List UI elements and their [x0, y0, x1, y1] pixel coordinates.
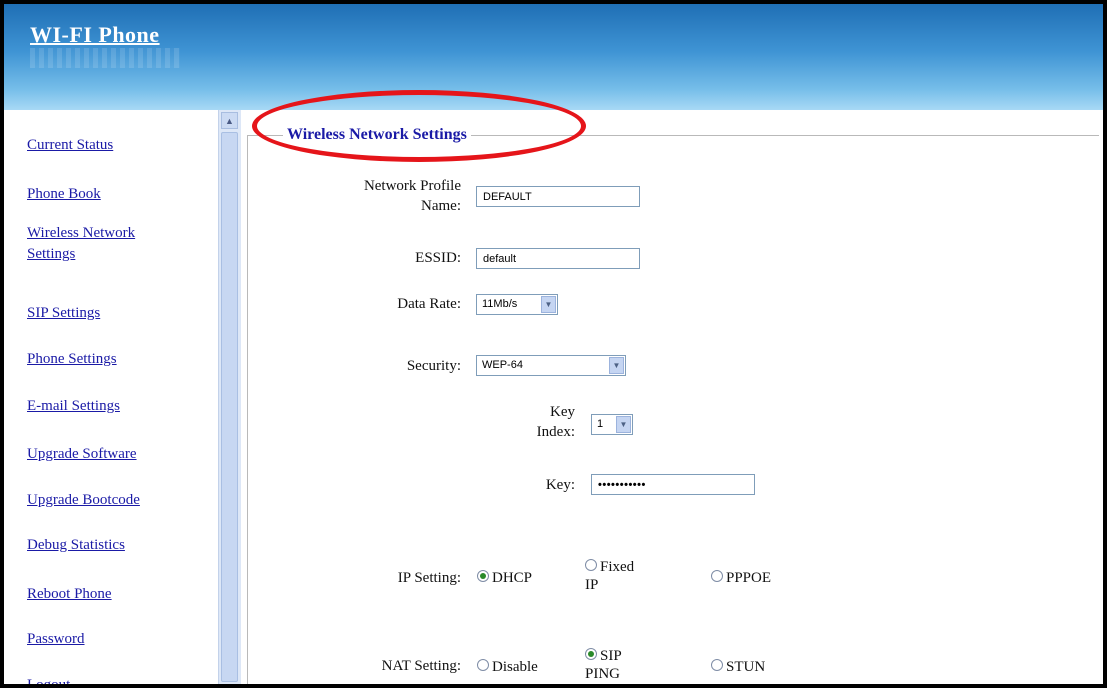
radio-selected-icon[interactable]	[585, 648, 597, 660]
logo-reflection	[30, 48, 180, 68]
ip-option-fixed-ip[interactable]: Fixed IP	[585, 558, 634, 594]
sidebar-item-wireless-network-settings[interactable]: Wireless Network Settings	[27, 223, 135, 265]
key-label: Key:	[545, 477, 575, 493]
radio-label: PPPOE	[726, 570, 772, 586]
radio-label: DHCP	[492, 570, 533, 586]
data-rate-value: 11Mb/s	[482, 298, 518, 310]
key-index-label: Key Index:	[471, 402, 575, 442]
sidebar-item-current-status[interactable]: Current Status	[27, 135, 113, 156]
sidebar-nav: Current Status Phone Book Wireless Netwo…	[4, 110, 218, 684]
security-select[interactable]: WEP-64 ▼	[476, 355, 626, 376]
nat-option-sip-ping[interactable]: SIP PING	[585, 647, 622, 683]
radio-icon[interactable]	[477, 659, 489, 671]
nat-option-disable[interactable]: Disable	[477, 658, 538, 676]
radio-icon[interactable]	[711, 570, 723, 582]
logo: WI-FI Phone	[30, 22, 160, 47]
sidebar-item-label: Wireless Network	[27, 225, 136, 241]
nat-setting-label: NAT Setting:	[381, 658, 461, 674]
radio-icon[interactable]	[711, 659, 723, 671]
sidebar-item-label: Settings	[27, 246, 76, 262]
radio-selected-icon[interactable]	[477, 570, 489, 582]
sidebar-item-reboot-phone[interactable]: Reboot Phone	[27, 584, 112, 605]
chevron-down-icon[interactable]: ▼	[616, 416, 631, 433]
fieldset-border-left	[247, 135, 248, 684]
chevron-down-icon[interactable]: ▼	[609, 357, 624, 374]
essid-input[interactable]: default	[476, 248, 640, 269]
sidebar-item-upgrade-bootcode[interactable]: Upgrade Bootcode	[27, 490, 140, 511]
radio-label: PING	[585, 666, 621, 682]
sidebar-item-upgrade-software[interactable]: Upgrade Software	[27, 444, 137, 465]
radio-label: Disable	[492, 659, 538, 675]
radio-label: IP	[585, 577, 599, 593]
sidebar-item-email-settings[interactable]: E-mail Settings	[27, 396, 120, 417]
radio-icon[interactable]	[585, 559, 597, 571]
data-rate-label: Data Rate:	[397, 296, 461, 312]
label-line: Index:	[536, 424, 575, 440]
sidebar-item-sip-settings[interactable]: SIP Settings	[27, 303, 100, 324]
nat-option-stun[interactable]: STUN	[711, 658, 765, 676]
profile-name-input[interactable]: DEFAULT	[476, 186, 640, 207]
label-line: Name:	[421, 198, 461, 214]
browser-frame: WI-FI Phone Current Status Phone Book Wi…	[4, 4, 1103, 684]
security-label: Security:	[406, 358, 461, 374]
label-line: Key	[550, 404, 575, 420]
sidebar-item-phone-book[interactable]: Phone Book	[27, 184, 101, 205]
radio-label: SIP	[600, 648, 622, 664]
radio-label: STUN	[726, 659, 766, 675]
key-index-value: 1	[597, 418, 604, 430]
data-rate-select[interactable]: 11Mb/s ▼	[476, 294, 558, 315]
sidebar-item-logout[interactable]: Logout	[27, 675, 70, 684]
key-index-select[interactable]: 1 ▼	[591, 414, 633, 435]
header-banner: WI-FI Phone	[4, 4, 1103, 110]
key-password-input[interactable]: •••••••••••	[591, 474, 755, 495]
sidebar-scrollbar[interactable]: ▲	[218, 110, 241, 684]
sidebar-item-debug-statistics[interactable]: Debug Statistics	[27, 535, 125, 556]
radio-label: Fixed	[600, 559, 635, 575]
main-content: Wireless Network Settings Network Profil…	[241, 110, 1103, 684]
section-title: Wireless Network Settings	[283, 126, 471, 144]
profile-name-label: Network Profile Name:	[301, 176, 461, 216]
security-value: WEP-64	[482, 359, 523, 371]
label-line: Network Profile	[363, 178, 461, 194]
ip-option-pppoe[interactable]: PPPOE	[711, 569, 771, 587]
ip-setting-label: IP Setting:	[397, 570, 461, 586]
scroll-thumb[interactable]	[221, 132, 238, 682]
chevron-down-icon[interactable]: ▼	[541, 296, 556, 313]
scroll-up-arrow-icon[interactable]: ▲	[221, 112, 238, 129]
sidebar-item-phone-settings[interactable]: Phone Settings	[27, 349, 117, 370]
essid-label: ESSID:	[415, 250, 461, 266]
ip-option-dhcp[interactable]: DHCP	[477, 569, 532, 587]
sidebar-item-password[interactable]: Password	[27, 629, 85, 650]
